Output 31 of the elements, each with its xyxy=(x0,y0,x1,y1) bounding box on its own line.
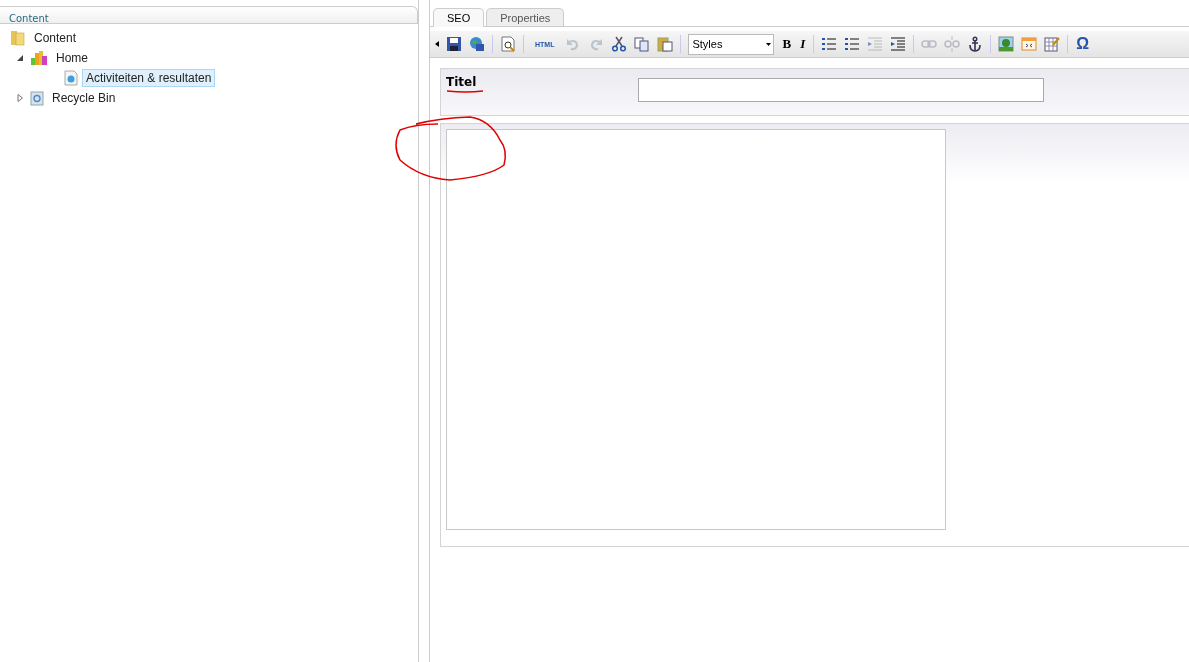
caret-icon[interactable] xyxy=(435,41,439,47)
collapse-icon[interactable] xyxy=(16,54,24,62)
paste-icon[interactable] xyxy=(657,36,674,52)
preview-icon[interactable] xyxy=(500,36,516,52)
anchor-icon[interactable] xyxy=(967,36,984,52)
field-label: Titel xyxy=(446,76,477,89)
table-icon[interactable] xyxy=(1044,36,1061,52)
cut-icon[interactable] xyxy=(611,36,628,52)
page-icon xyxy=(64,70,78,86)
folder-icon xyxy=(10,30,26,46)
panel-title: Content xyxy=(9,13,49,24)
bin-icon xyxy=(30,90,44,106)
symbol-button[interactable]: Ω xyxy=(1075,35,1090,53)
styles-dropdown[interactable]: Styles xyxy=(688,33,775,55)
italic-button[interactable]: I xyxy=(799,36,807,52)
tree-item[interactable]: Recycle Bin xyxy=(48,89,120,107)
caret-icon xyxy=(766,42,772,46)
annotation-underline xyxy=(446,90,484,93)
title-input-field[interactable] xyxy=(638,78,1045,102)
bullets-icon[interactable] xyxy=(821,36,838,52)
indent-icon[interactable] xyxy=(890,36,907,52)
tab[interactable]: SEO xyxy=(433,8,485,27)
tree-item[interactable]: Activiteiten & resultaten xyxy=(82,69,216,87)
tree-item[interactable]: Content xyxy=(30,29,81,47)
expand-icon[interactable] xyxy=(16,94,24,102)
save-icon[interactable] xyxy=(446,36,462,52)
copy-icon[interactable] xyxy=(634,36,651,52)
bold-button[interactable]: B xyxy=(781,36,793,52)
image-icon[interactable] xyxy=(998,36,1015,52)
tree-item[interactable]: Home xyxy=(52,49,92,67)
tab[interactable]: Properties xyxy=(486,8,565,26)
